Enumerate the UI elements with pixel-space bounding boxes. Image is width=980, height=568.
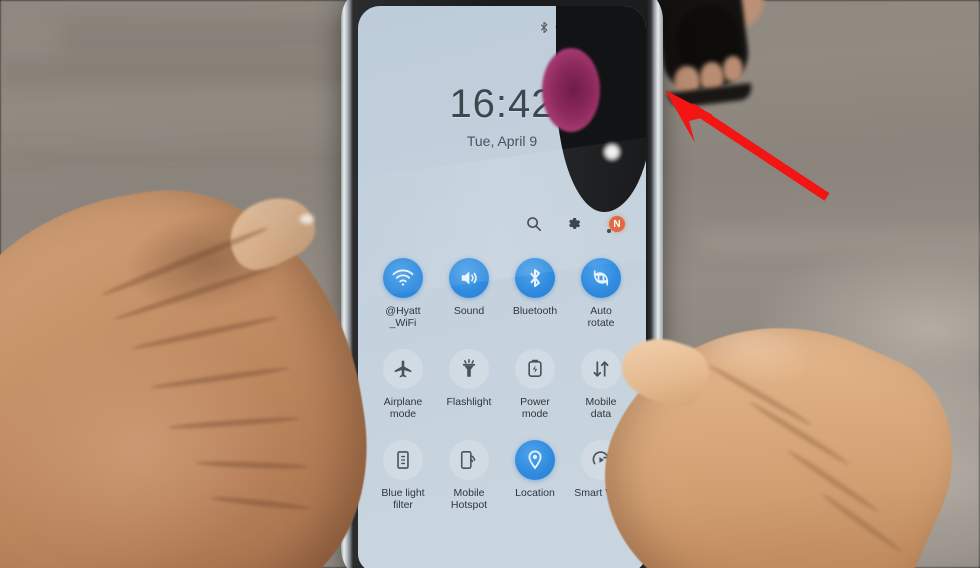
qs-tile-mobile-hotspot[interactable]: Mobile Hotspot: [436, 440, 502, 511]
qs-label: Sound: [453, 305, 485, 317]
flashlight-icon[interactable]: [449, 349, 489, 389]
hotspot-icon[interactable]: [449, 440, 489, 480]
qs-tile-auto-rotate[interactable]: Auto rotate: [568, 258, 634, 329]
gear-icon[interactable]: [566, 216, 582, 232]
qs-label: Airplane mode: [383, 396, 423, 420]
qs-label: Blue light filter: [381, 487, 425, 511]
qs-label: Mobile data: [585, 396, 617, 420]
qs-tile-airplane-mode[interactable]: Airplane mode: [370, 349, 436, 420]
search-icon[interactable]: [526, 216, 542, 232]
background-toe: [723, 56, 743, 82]
qs-tile-wifi[interactable]: @Hyatt _WiFi: [370, 258, 436, 329]
quick-settings-grid: @Hyatt _WiFi Sound Bluetooth Auto rotate…: [370, 258, 634, 511]
mobile-data-icon[interactable]: [581, 349, 621, 389]
qs-label: @Hyatt _WiFi: [385, 305, 421, 329]
obscured-blob: [542, 48, 600, 132]
profile-dot: [607, 229, 611, 233]
user-profile-icon[interactable]: N: [606, 213, 628, 235]
qs-tile-blue-light-filter[interactable]: Blue light filter: [370, 440, 436, 511]
qs-tile-sound[interactable]: Sound: [436, 258, 502, 329]
background-streak: [0, 150, 360, 168]
bluetooth-icon[interactable]: [515, 258, 555, 298]
phone-screen[interactable]: 16:42 Tue, April 9 N @Hyatt _WiFi Sound …: [358, 6, 646, 568]
qs-label: Flashlight: [446, 396, 492, 408]
notification-badge: N: [609, 216, 625, 232]
quick-panel-action-row: N: [526, 213, 628, 235]
qs-tile-location[interactable]: Location: [502, 440, 568, 511]
auto-rotate-icon[interactable]: [581, 258, 621, 298]
background-streak: [700, 230, 980, 252]
thumbnail-highlight: [300, 214, 314, 224]
background-streak: [60, 18, 360, 58]
airplane-icon[interactable]: [383, 349, 423, 389]
blue-light-filter-icon[interactable]: [383, 440, 423, 480]
location-pin-icon[interactable]: [515, 440, 555, 480]
qs-label: Power mode: [520, 396, 550, 420]
screenshot-scene: 16:42 Tue, April 9 N @Hyatt _WiFi Sound …: [0, 0, 980, 568]
sound-icon[interactable]: [449, 258, 489, 298]
power-mode-icon[interactable]: [515, 349, 555, 389]
qs-label: Auto rotate: [587, 305, 615, 329]
qs-label: Mobile Hotspot: [450, 487, 488, 511]
qs-tile-power-mode[interactable]: Power mode: [502, 349, 568, 420]
qs-tile-bluetooth[interactable]: Bluetooth: [502, 258, 568, 329]
bluetooth-icon: [540, 21, 548, 33]
qs-label: Location: [515, 487, 555, 499]
qs-tile-flashlight[interactable]: Flashlight: [436, 349, 502, 420]
wifi-icon[interactable]: [383, 258, 423, 298]
screen-glare-highlight: [601, 141, 623, 163]
qs-label: Bluetooth: [512, 305, 558, 317]
